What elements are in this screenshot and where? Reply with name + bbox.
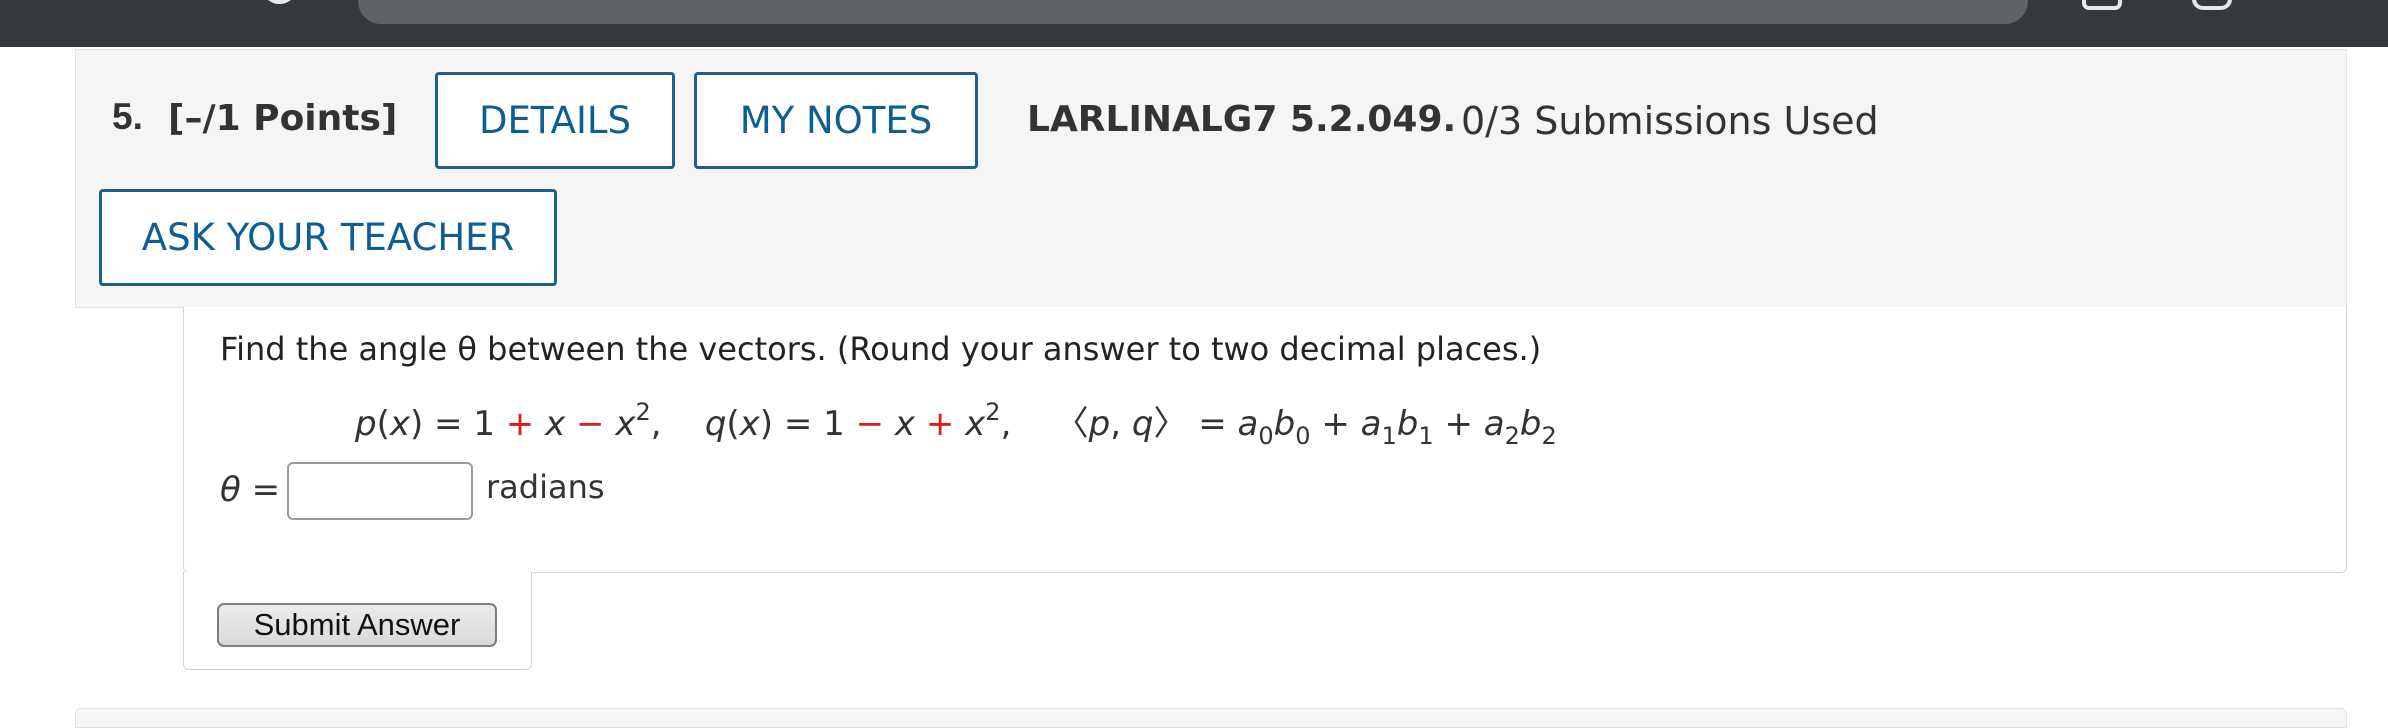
assignment-code: LARLINALG7 5.2.049. <box>1027 99 1457 140</box>
forward-arrow-icon[interactable] <box>170 0 200 12</box>
browser-toolbar <box>0 0 2388 47</box>
next-question-header <box>75 708 2347 728</box>
submissions-count: 0/3 Submissions Used <box>1461 99 1879 143</box>
vector-equation: p(x) = 1 + x − x2, q(x) = 1 − x + x2, 〈p… <box>355 398 1557 450</box>
reload-icon[interactable] <box>258 0 291 12</box>
details-button[interactable]: DETAILS <box>435 72 675 169</box>
submit-answer-button[interactable]: Submit Answer <box>217 603 497 647</box>
question-points: [–/1 Points] <box>168 98 398 139</box>
theta-label: θ = <box>220 470 281 510</box>
window-icon[interactable] <box>2190 0 2234 14</box>
units-label: radians <box>486 468 605 506</box>
tab-icon[interactable] <box>2080 0 2124 14</box>
question-number: 5. <box>112 96 143 137</box>
my-notes-button[interactable]: MY NOTES <box>694 72 978 169</box>
address-bar[interactable] <box>358 0 2028 24</box>
back-arrow-icon[interactable] <box>40 0 70 12</box>
question-prompt: Find the angle θ between the vectors. (R… <box>220 330 1542 368</box>
ask-your-teacher-button[interactable]: ASK YOUR TEACHER <box>99 189 557 286</box>
answer-input[interactable] <box>287 462 473 520</box>
